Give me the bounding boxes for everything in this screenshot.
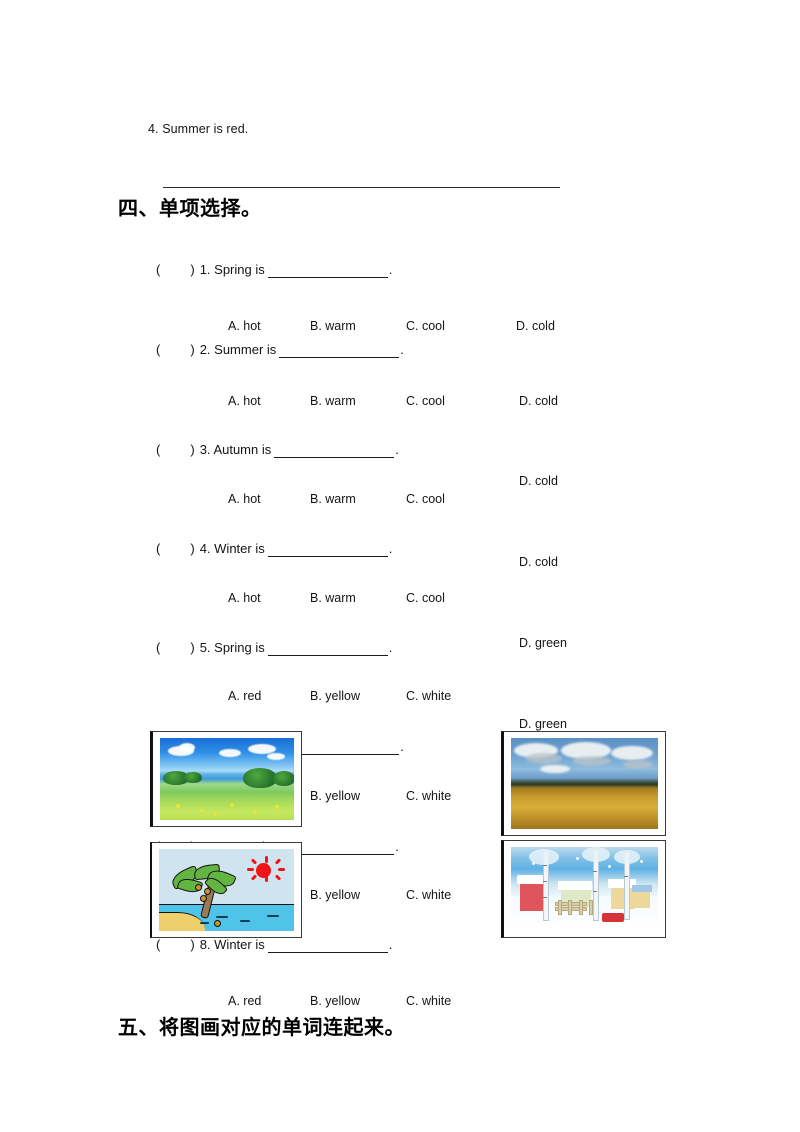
question-5-line: () 5. Spring is.: [156, 639, 392, 656]
question-5-option-a[interactable]: A. red: [228, 688, 261, 704]
question-1-period: .: [388, 262, 393, 277]
question-5-period: .: [388, 640, 393, 655]
question-6-period: .: [400, 739, 404, 754]
question-2-stem: Summer is: [214, 342, 277, 357]
question-6-option-c[interactable]: C. white: [406, 788, 451, 804]
question-5-option-b[interactable]: B. yellow: [310, 688, 360, 704]
answer-bracket-1[interactable]: (: [156, 262, 160, 277]
question-3-period: .: [395, 442, 399, 457]
question-5-stem: Spring is: [214, 640, 265, 655]
question-8-line: () 8. Winter is.: [156, 936, 392, 953]
question-4-option-c[interactable]: C. cool: [406, 590, 445, 606]
question-5-blank[interactable]: [267, 643, 388, 656]
question-2-option-b[interactable]: B. warm: [310, 393, 356, 409]
question-2-option-c[interactable]: C. cool: [406, 393, 445, 409]
question-8-number: 8.: [199, 937, 211, 952]
question-2-option-a[interactable]: A. hot: [228, 393, 261, 409]
question-6-option-d[interactable]: D. green: [519, 716, 567, 732]
question-1-line: () 1. Spring is.: [156, 261, 392, 278]
answer-bracket-close-1: ): [190, 262, 195, 277]
question-3-line: () 3. Autumn is.: [156, 441, 399, 458]
question-1-number: 1.: [199, 262, 211, 277]
answer-bracket-4[interactable]: (: [156, 541, 160, 556]
question-4-option-b[interactable]: B. warm: [310, 590, 356, 606]
answer-bracket-8[interactable]: (: [156, 937, 160, 952]
question-1-stem: Spring is: [214, 262, 265, 277]
answer-bracket-5[interactable]: (: [156, 640, 160, 655]
question-7-period: .: [395, 839, 399, 854]
question-8-blank[interactable]: [267, 940, 388, 953]
question-7-option-c[interactable]: C. white: [406, 887, 451, 903]
question-1-option-a[interactable]: A. hot: [228, 318, 261, 334]
autumn-scene: [511, 738, 658, 829]
question-1-option-b[interactable]: B. warm: [310, 318, 356, 334]
picture-frame-autumn: [501, 731, 666, 836]
question-8-option-c[interactable]: C. white: [406, 993, 451, 1009]
worksheet-page: 4. Summer is red. 四、单项选择。 () 1. Spring is…: [0, 0, 800, 1132]
question-7-option-b[interactable]: B. yellow: [310, 887, 360, 903]
question-8-period: .: [388, 937, 393, 952]
question-3-stem: Autumn is: [213, 442, 272, 457]
spring-scene: [160, 738, 294, 820]
question-3-blank[interactable]: [274, 445, 395, 458]
question-3-option-b[interactable]: B. warm: [310, 491, 356, 507]
answer-bracket-3[interactable]: (: [156, 442, 160, 457]
question-4-line: () 4. Winter is.: [156, 540, 392, 557]
section-four-heading: 四、单项选择。: [118, 196, 262, 220]
question-4-number: 4.: [199, 541, 211, 556]
question-3-option-c[interactable]: C. cool: [406, 491, 445, 507]
summer-scene: [159, 849, 294, 931]
question-8-option-a[interactable]: A. red: [228, 993, 261, 1009]
answer-bracket-close-4: ): [190, 541, 195, 556]
question-4-period: .: [388, 541, 393, 556]
question-5-option-c[interactable]: C. white: [406, 688, 451, 704]
answer-bracket-close-3: ): [190, 442, 195, 457]
question-2-line: () 2. Summer is.: [156, 341, 404, 358]
question-3-option-d[interactable]: D. cold: [519, 473, 558, 489]
question-5-option-d[interactable]: D. green: [519, 635, 567, 651]
question-3-option-a[interactable]: A. hot: [228, 491, 261, 507]
winter-scene: [511, 847, 658, 931]
section-divider: [163, 187, 560, 188]
picture-frame-summer: [150, 842, 302, 938]
answer-bracket-close-2: ): [190, 342, 195, 357]
picture-frame-winter: [501, 840, 666, 938]
question-4-option-a[interactable]: A. hot: [228, 590, 261, 606]
question-2-period: .: [400, 342, 404, 357]
question-4-blank[interactable]: [267, 544, 388, 557]
answer-bracket-2[interactable]: (: [156, 342, 160, 357]
answer-bracket-close-8: ): [190, 937, 195, 952]
question-5-number: 5.: [199, 640, 211, 655]
question-1-option-c[interactable]: C. cool: [406, 318, 445, 334]
question-3-number: 3.: [199, 442, 211, 457]
question-2-blank[interactable]: [279, 345, 400, 358]
question-8-stem: Winter is: [214, 937, 265, 952]
answer-bracket-close-5: ): [190, 640, 195, 655]
top-statement: 4. Summer is red.: [148, 122, 249, 136]
picture-frame-spring: [150, 731, 302, 827]
question-4-stem: Winter is: [214, 541, 265, 556]
question-6-option-b[interactable]: B. yellow: [310, 788, 360, 804]
question-8-option-b[interactable]: B. yellow: [310, 993, 360, 1009]
question-2-option-d[interactable]: D. cold: [519, 393, 558, 409]
question-1-option-d[interactable]: D. cold: [516, 318, 555, 334]
question-2-number: 2.: [199, 342, 211, 357]
section-five-heading: 五、将图画对应的单词连起来。: [118, 1015, 405, 1039]
question-1-blank[interactable]: [267, 265, 388, 278]
question-4-option-d[interactable]: D. cold: [519, 554, 558, 570]
